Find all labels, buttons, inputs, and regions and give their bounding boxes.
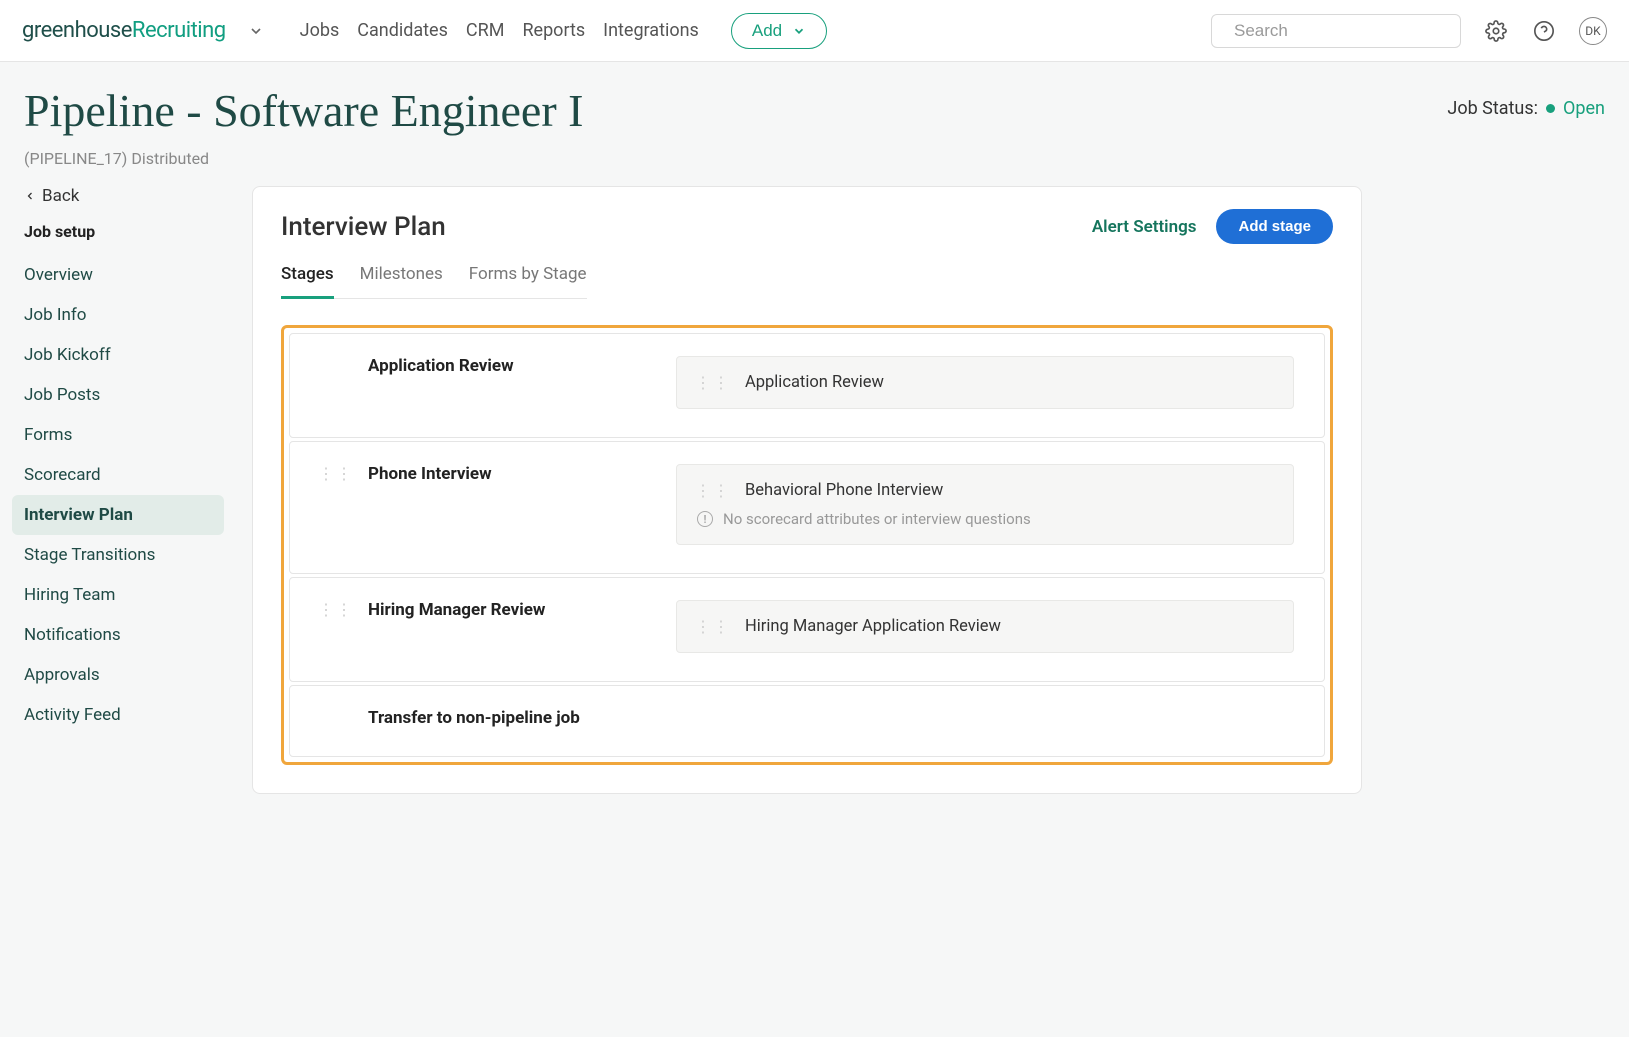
sidebar-item-approvals[interactable]: Approvals — [24, 655, 224, 695]
interview-item[interactable]: ⋮⋮ Behavioral Phone Interview! No scorecar… — [676, 464, 1294, 545]
nav-links: Jobs Candidates CRM Reports Integrations — [300, 20, 699, 41]
chevron-left-icon — [24, 190, 36, 202]
sidebar: Back Job setup OverviewJob InfoJob Kicko… — [24, 186, 224, 735]
chevron-down-icon — [792, 24, 806, 38]
info-icon: ! — [697, 511, 713, 527]
sidebar-heading: Job setup — [24, 222, 224, 241]
interview-item-row: ⋮⋮ Application Review — [695, 373, 1275, 392]
card-title: Interview Plan — [281, 212, 446, 242]
tab-forms-by-stage[interactable]: Forms by Stage — [469, 254, 587, 298]
stage-left: ⋮⋮Transfer to non-pipeline job — [318, 708, 648, 728]
drag-handle-icon[interactable]: ⋮⋮ — [318, 471, 354, 477]
settings-button[interactable] — [1483, 18, 1509, 44]
card-header: Interview Plan Alert Settings Add stage — [281, 209, 1333, 244]
interview-item-label: Application Review — [745, 373, 884, 392]
add-stage-button[interactable]: Add stage — [1216, 209, 1333, 244]
stage-row[interactable]: ⋮⋮ Hiring Manager Review ⋮⋮ Hiring Manager … — [289, 577, 1325, 682]
interview-item-row: ⋮⋮ Behavioral Phone Interview — [695, 481, 1275, 500]
user-avatar[interactable]: DK — [1579, 17, 1607, 45]
drag-handle-icon[interactable]: ⋮⋮ — [695, 624, 731, 630]
sidebar-item-job-kickoff[interactable]: Job Kickoff — [24, 335, 224, 375]
gear-icon — [1485, 20, 1507, 42]
help-button[interactable] — [1531, 18, 1557, 44]
stage-row[interactable]: ⋮⋮Application Review⋮⋮Application Review — [289, 333, 1325, 438]
add-button-label: Add — [752, 21, 782, 41]
interview-plan-card: Interview Plan Alert Settings Add stage … — [252, 186, 1362, 794]
tab-milestones[interactable]: Milestones — [360, 254, 443, 298]
drag-handle-icon[interactable]: ⋮⋮ — [695, 380, 731, 386]
status-value: Open — [1563, 98, 1605, 119]
back-label: Back — [42, 186, 79, 206]
brand-part1: greenhouse — [22, 18, 132, 43]
stage-left: ⋮⋮Application Review — [318, 356, 648, 376]
sidebar-item-job-posts[interactable]: Job Posts — [24, 375, 224, 415]
search-box[interactable] — [1211, 14, 1461, 48]
stage-items: ⋮⋮ Hiring Manager Application Review — [676, 600, 1294, 653]
interview-item-label: Hiring Manager Application Review — [745, 617, 1001, 636]
drag-handle-icon[interactable]: ⋮⋮ — [318, 607, 354, 613]
search-input[interactable] — [1234, 21, 1455, 41]
nav-reports[interactable]: Reports — [522, 20, 585, 41]
sidebar-item-forms[interactable]: Forms — [24, 415, 224, 455]
nav-jobs[interactable]: Jobs — [300, 20, 340, 41]
avatar-initials: DK — [1585, 24, 1600, 38]
sidebar-item-scorecard[interactable]: Scorecard — [24, 455, 224, 495]
interview-item[interactable]: ⋮⋮ Application Review — [676, 356, 1294, 409]
help-icon — [1533, 20, 1555, 42]
brand-part2: Recruiting — [132, 18, 226, 43]
status-dot-icon — [1546, 104, 1555, 113]
interview-item-warning: ! No scorecard attributes or interview qu… — [695, 510, 1275, 528]
stage-items: ⋮⋮ Behavioral Phone Interview! No scorecar… — [676, 464, 1294, 545]
nav-candidates[interactable]: Candidates — [357, 20, 448, 41]
stage-name: Application Review — [368, 356, 514, 376]
interview-item-label: Behavioral Phone Interview — [745, 481, 943, 500]
sidebar-item-interview-plan[interactable]: Interview Plan — [12, 495, 224, 535]
page-header: Pipeline - Software Engineer I Job Statu… — [0, 62, 1629, 145]
tabs: Stages Milestones Forms by Stage — [281, 254, 587, 299]
top-nav: greenhouse Recruiting Jobs Candidates CR… — [0, 0, 1629, 62]
stage-name: Transfer to non-pipeline job — [368, 708, 580, 728]
interview-item[interactable]: ⋮⋮ Hiring Manager Application Review — [676, 600, 1294, 653]
stage-name: Hiring Manager Review — [368, 600, 545, 620]
tab-stages[interactable]: Stages — [281, 254, 334, 299]
brand-logo[interactable]: greenhouse Recruiting — [22, 18, 226, 43]
main-layout: Back Job setup OverviewJob InfoJob Kicko… — [0, 186, 1629, 814]
job-status: Job Status: Open — [1447, 84, 1605, 119]
sidebar-item-stage-transitions[interactable]: Stage Transitions — [24, 535, 224, 575]
sidebar-item-activity-feed[interactable]: Activity Feed — [24, 695, 224, 735]
sidebar-item-job-info[interactable]: Job Info — [24, 295, 224, 335]
brand-switcher-caret[interactable] — [248, 23, 264, 39]
stage-row[interactable]: ⋮⋮ Phone Interview ⋮⋮ Behavioral Phone Inte… — [289, 441, 1325, 574]
stage-left: ⋮⋮ Hiring Manager Review — [318, 600, 648, 620]
status-label: Job Status: — [1447, 98, 1538, 119]
stage-name: Phone Interview — [368, 464, 492, 484]
sidebar-item-hiring-team[interactable]: Hiring Team — [24, 575, 224, 615]
back-link[interactable]: Back — [24, 186, 224, 206]
stage-left: ⋮⋮ Phone Interview — [318, 464, 648, 484]
alert-settings-link[interactable]: Alert Settings — [1092, 217, 1197, 237]
stage-row[interactable]: ⋮⋮Transfer to non-pipeline job — [289, 685, 1325, 757]
page-title: Pipeline - Software Engineer I — [24, 84, 583, 137]
nav-integrations[interactable]: Integrations — [603, 20, 699, 41]
chevron-down-icon — [248, 23, 264, 39]
sidebar-item-notifications[interactable]: Notifications — [24, 615, 224, 655]
stage-list: ⋮⋮ Application Review ⋮⋮ Application Review… — [281, 325, 1333, 765]
warning-text: No scorecard attributes or interview que… — [723, 510, 1031, 528]
drag-handle-icon[interactable]: ⋮⋮ — [695, 488, 731, 494]
stage-items: ⋮⋮ Application Review — [676, 356, 1294, 409]
interview-item-row: ⋮⋮ Hiring Manager Application Review — [695, 617, 1275, 636]
page-subtitle: (PIPELINE_17) Distributed — [0, 145, 1629, 186]
add-button[interactable]: Add — [731, 13, 827, 49]
nav-crm[interactable]: CRM — [466, 20, 505, 41]
sidebar-item-overview[interactable]: Overview — [24, 255, 224, 295]
